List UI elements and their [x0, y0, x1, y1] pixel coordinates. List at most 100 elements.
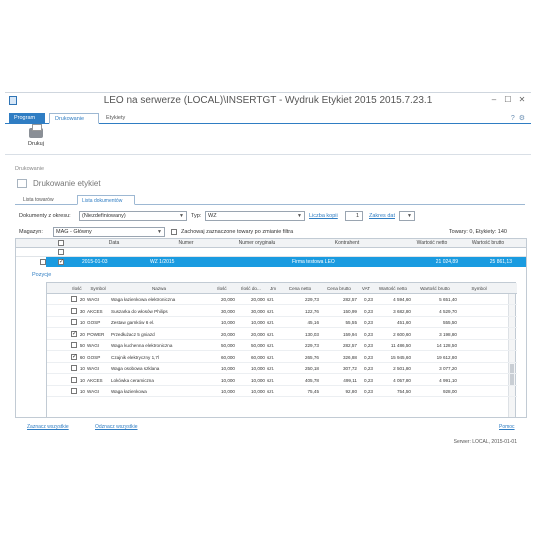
cell-lp: 20: [79, 297, 85, 302]
positions-col-8[interactable]: Cena brutto: [321, 286, 357, 291]
col-contractor[interactable]: Kontrahent: [290, 240, 404, 246]
cell-name: Waga łazienkowa: [111, 389, 147, 394]
cell-wn: 451,60: [396, 320, 411, 325]
cell-sym: GOSP: [87, 354, 101, 360]
tab-drukowanie[interactable]: Drukowanie: [49, 113, 99, 124]
col-date[interactable]: Data: [80, 240, 148, 246]
cell-cn: 265,76: [304, 354, 319, 360]
tab-program[interactable]: Program: [9, 113, 45, 124]
cell-jm: szt.: [267, 331, 275, 337]
type-select[interactable]: WZ ▼: [205, 211, 305, 221]
copies-input[interactable]: 1: [345, 211, 363, 221]
positions-col-6[interactable]: Jm: [267, 286, 279, 291]
grid-filter-row[interactable]: [16, 248, 526, 257]
cell-jm: szt.: [267, 320, 275, 325]
row-number: WZ 1/2015: [150, 259, 175, 265]
select-all-link[interactable]: Zaznacz wszystkie: [27, 424, 69, 430]
cell-jm: szt.: [267, 366, 275, 371]
positions-col-9[interactable]: VAT: [359, 286, 373, 291]
positions-col-2[interactable]: Symbol: [87, 286, 109, 291]
positions-col-1[interactable]: Ilość: [69, 286, 85, 291]
print-label: Drukuj: [28, 141, 44, 147]
row-selected-checkbox[interactable]: [58, 258, 64, 265]
cell-wb: 19 612,80: [436, 354, 457, 360]
keep-selection-checkbox[interactable]: [171, 229, 177, 235]
table-row[interactable]: 10 WAGI Waga osobowa szklana 10,000 10,000 sz…: [47, 363, 517, 374]
positions-col-11[interactable]: Wartość brutto: [413, 286, 457, 291]
window-title: LEO na serwerze (LOCAL)\INSERTGT - Wydru…: [103, 95, 433, 106]
cell-vat: 0,23: [364, 366, 373, 371]
ribbon-tabs: Program Drukowanie Etykiety: [5, 113, 531, 124]
col-net[interactable]: Wartość netto: [404, 240, 460, 246]
table-row[interactable]: 60GOSP Czajnik elektryczny 1,7l 60,000 60,0…: [47, 352, 517, 363]
help-icon[interactable]: ?: [511, 115, 515, 122]
cell-cn: 250,18: [304, 366, 319, 371]
table-row[interactable]: 2015-01-03 WZ 1/2015 Firma testowa LEO 2…: [16, 257, 526, 267]
settings-icon[interactable]: ⚙: [519, 115, 525, 122]
copies-link[interactable]: Liczba kopii: [309, 213, 338, 219]
col-number[interactable]: Numer: [148, 240, 224, 246]
filter-checkbox[interactable]: [58, 249, 64, 255]
cell-sym: GOSP: [87, 320, 101, 325]
cell-jm: szt.: [267, 343, 275, 348]
minimize-button[interactable]: –: [489, 95, 499, 104]
cell-q1: 10,000: [220, 377, 235, 383]
print-button[interactable]: Drukuj: [23, 124, 49, 154]
date-range-link[interactable]: Zakres dat: [369, 213, 395, 219]
positions-col-3[interactable]: Nazwa: [111, 286, 207, 291]
table-row[interactable]: 20POWERPrzedłużacz 5 gniazd20,00020,000s…: [47, 329, 517, 340]
sub-tabs: Lista towarów Lista dokumentów: [15, 195, 525, 205]
cell-q1: 30,000: [220, 308, 235, 314]
positions-grid: Ilość Symbol Nazwa Ilość Ilość do... Jm Cena n…: [46, 282, 517, 417]
cell-wn: 15 945,60: [390, 354, 411, 360]
positions-col-10[interactable]: Wartość netto: [375, 286, 411, 291]
cell-sym: WAGI: [87, 366, 100, 371]
cell-name: Suszarka do włosów Philips: [111, 308, 168, 314]
positions-col-7[interactable]: Cena netto: [281, 286, 319, 291]
title-bar: LEO na serwerze (LOCAL)\INSERTGT - Wydru…: [5, 93, 531, 109]
cell-vat: 0,23: [364, 331, 373, 337]
cell-q1: 10,000: [220, 389, 235, 394]
warehouse-label: Magazyn:: [19, 229, 43, 235]
doc-period-label: Dokumenty z okresu:: [19, 213, 71, 219]
positions-col-4[interactable]: Ilość: [209, 286, 235, 291]
select-all-checkbox[interactable]: [58, 240, 64, 246]
cell-wb: 3 077,20: [439, 366, 457, 371]
col-gross[interactable]: Wartość brutto: [460, 240, 516, 246]
table-row[interactable]: 10 WAGI Waga łazienkowa 10,000 10,000 szt. 75,…: [47, 386, 517, 397]
tab-lista-towarow[interactable]: Lista towarów: [19, 195, 75, 205]
tab-etykiety[interactable]: Etykiety: [101, 113, 137, 124]
cell-q2: 50,000: [250, 343, 265, 348]
doc-period-select[interactable]: (Niezdefiniowany) ▼: [79, 211, 187, 221]
cell-wb: 3 198,80: [439, 331, 457, 337]
cell-q2: 60,000: [250, 354, 265, 360]
type-value: WZ: [208, 213, 217, 219]
maximize-button[interactable]: ☐: [503, 95, 513, 104]
cell-lp: 60: [79, 354, 85, 360]
positions-label[interactable]: Pozycje: [32, 272, 51, 278]
table-row[interactable]: 30 AKCES Suszarka do włosów Philips 30,000 3…: [47, 306, 517, 317]
table-row[interactable]: 20 WAGI Waga łazienkowa elektroniczna 20,00…: [47, 294, 517, 305]
cell-cb: 282,57: [342, 297, 357, 302]
help-link[interactable]: Pomoc: [499, 424, 515, 430]
cell-cb: 55,55: [345, 320, 358, 325]
cell-cn: 229,73: [304, 297, 319, 302]
cell-lp: 10: [79, 377, 85, 383]
positions-col-12[interactable]: Symbol: [459, 286, 499, 291]
cell-q1: 10,000: [220, 320, 235, 325]
cell-q2: 10,000: [250, 320, 265, 325]
grid-header: Data Numer Numer oryginału Kontrahent Wa…: [16, 239, 526, 248]
close-button[interactable]: ✕: [517, 95, 527, 104]
date-range-select[interactable]: ▼: [399, 211, 415, 221]
row-contractor: Firma testowa LEO: [292, 259, 335, 265]
cell-q2: 20,000: [250, 331, 265, 337]
tab-lista-dokumentow[interactable]: Lista dokumentów: [77, 195, 135, 205]
table-row[interactable]: 50 WAGI Waga kuchenna elektroniczna 50,000 5…: [47, 340, 517, 351]
positions-col-5[interactable]: Ilość do...: [237, 286, 265, 291]
table-row[interactable]: 10 GOSP Zestaw garnków 6 el. 10,000 10,000 sz…: [47, 317, 517, 328]
chevron-down-icon: ▼: [179, 213, 184, 219]
table-row[interactable]: 10 AKCES Lokówka ceramiczna 10,000 10,000 szt…: [47, 375, 517, 386]
deselect-all-link[interactable]: Odznacz wszystkie: [95, 424, 138, 430]
col-original-number[interactable]: Numer oryginału: [224, 240, 290, 246]
warehouse-select[interactable]: MAG - Główny ▼: [53, 227, 165, 237]
